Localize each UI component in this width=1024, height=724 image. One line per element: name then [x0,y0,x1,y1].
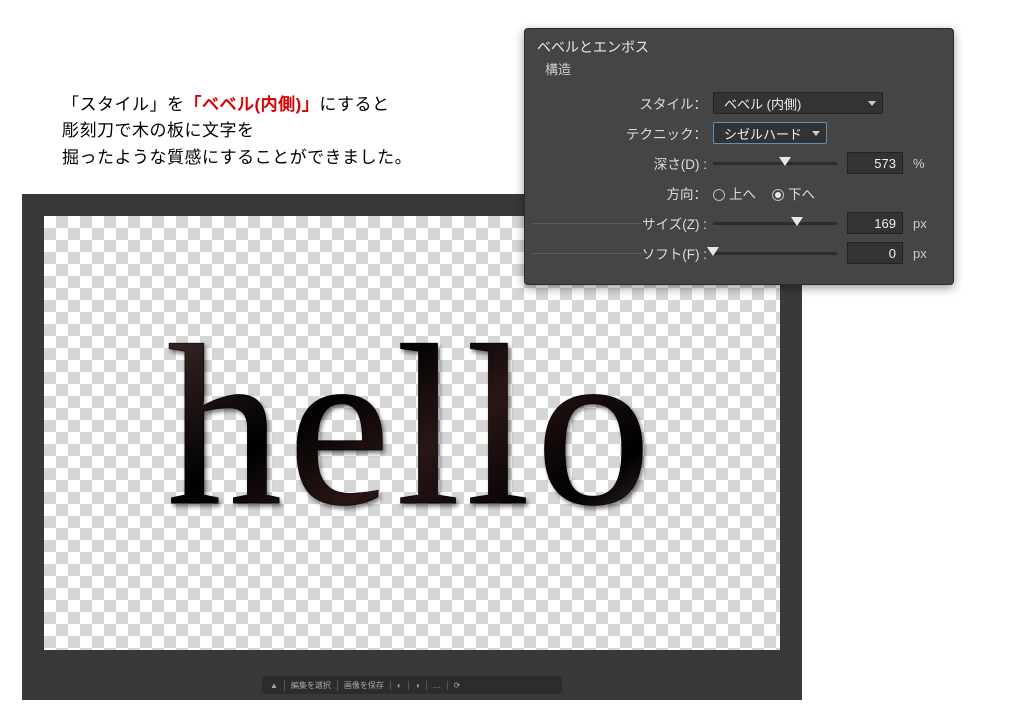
explain-line2: 彫刻刀で木の板に文字を [62,118,412,144]
toolbar-item[interactable]: ◐ [390,681,402,690]
panel-title: ベベルとエンボス [525,29,953,59]
style-value: ベベル (内側) [724,94,801,113]
toolbar-item[interactable]: ▲ [270,681,278,690]
soft-input[interactable]: 0 [847,242,903,264]
explain-line1a: 「スタイル」を [62,95,185,114]
explanation-text: 「スタイル」を「ベベル(内側)」にすると 彫刻刀で木の板に文字を 掘ったような質… [62,92,412,171]
canvas-bottom-toolbar: ▲ 編集を選択 画像を保存 ◐ ◑ … ⟳ [262,676,562,694]
direction-label: 方向： [525,183,713,203]
radio-icon [772,189,784,201]
toolbar-item[interactable]: … [426,681,441,690]
explain-line1c: にすると [319,95,389,114]
depth-slider[interactable] [713,162,837,165]
chevron-down-icon [868,101,876,106]
technique-value: シゼルハード [724,124,802,143]
technique-select[interactable]: シゼルハード [713,122,827,144]
row-size: サイズ(Z) : 169 px [525,208,953,238]
toolbar-item[interactable]: 編集を選択 [284,680,331,691]
soft-label: ソフト(F) : [525,243,713,263]
size-input[interactable]: 169 [847,212,903,234]
slider-thumb-icon[interactable] [707,247,719,256]
toolbar-item[interactable]: 画像を保存 [337,680,384,691]
slider-thumb-icon[interactable] [791,217,803,226]
direction-up-label: 上へ [729,187,756,202]
depth-input[interactable]: 573 [847,152,903,174]
explain-highlight: 「ベベル(内側)」 [185,95,320,114]
row-technique: テクニック： シゼルハード [525,118,953,148]
style-label: スタイル： [525,93,713,113]
panel-section: 構造 [525,59,953,88]
toolbar-item[interactable]: ⟳ [447,681,461,690]
soft-slider[interactable] [713,252,837,255]
direction-down-label: 下へ [788,187,815,202]
explain-line3: 掘ったような質感にすることができました。 [62,145,412,171]
slider-thumb-icon[interactable] [779,157,791,166]
direction-down-radio[interactable]: 下へ [772,183,815,203]
chevron-down-icon [812,131,820,136]
row-depth: 深さ(D) : 573 % [525,148,953,178]
depth-unit: % [913,156,941,171]
size-label: サイズ(Z) : [525,213,713,233]
row-soft: ソフト(F) : 0 px [525,238,953,268]
technique-label: テクニック： [525,123,713,143]
style-select[interactable]: ベベル (内側) [713,92,883,114]
soft-unit: px [913,246,941,261]
toolbar-item[interactable]: ◑ [408,681,420,690]
canvas-text-hello: hello [167,293,657,558]
radio-icon [713,189,725,201]
bevel-emboss-panel: ベベルとエンボス 構造 スタイル： ベベル (内側) テクニック： シゼルハード… [524,28,954,285]
size-unit: px [913,216,941,231]
size-slider[interactable] [713,222,837,225]
row-style: スタイル： ベベル (内側) [525,88,953,118]
depth-label: 深さ(D) : [525,153,713,173]
direction-up-radio[interactable]: 上へ [713,183,756,203]
row-direction: 方向： 上へ 下へ [525,178,953,208]
